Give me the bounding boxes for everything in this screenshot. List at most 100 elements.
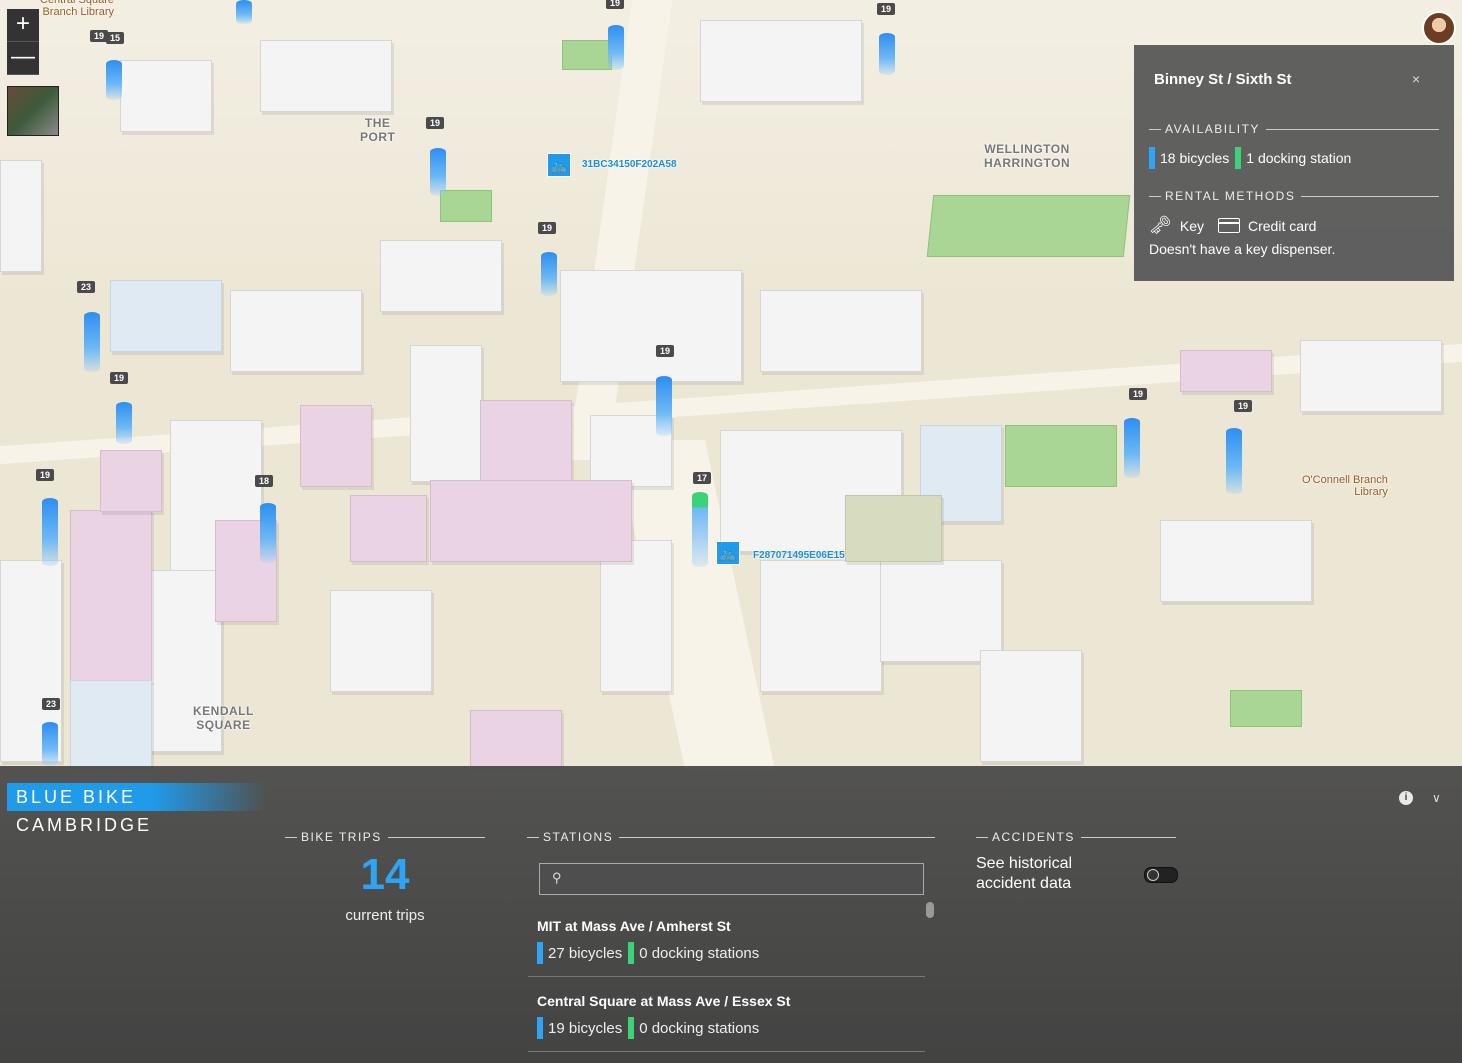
station-bar[interactable] (879, 33, 895, 75)
building (230, 290, 362, 372)
station-bar[interactable] (608, 25, 624, 70)
building (1300, 340, 1442, 412)
station-bar[interactable] (106, 60, 122, 100)
stations-header: STATIONS (527, 830, 935, 844)
popup-title: Binney St / Sixth St (1154, 71, 1292, 88)
building (470, 710, 562, 768)
station-count-label: 19 (1129, 388, 1148, 400)
station-bar[interactable] (541, 252, 557, 296)
station-bar[interactable] (84, 312, 100, 372)
credit-card-label: Credit card (1247, 217, 1317, 234)
station-bar[interactable] (42, 722, 58, 766)
accidents-toggle[interactable] (1144, 867, 1178, 883)
zoom-in-button[interactable]: + (7, 9, 39, 42)
bike-icon[interactable]: 🚲 (547, 153, 571, 177)
bottom-panel: BLUE BIKE CAMBRIDGE i ∨ BIKE TRIPS 14 cu… (0, 766, 1462, 1063)
station-bar[interactable] (260, 503, 276, 563)
station-search: ⚲ (539, 863, 924, 895)
building (380, 240, 502, 312)
building (70, 680, 152, 768)
building (0, 160, 42, 272)
basemap-thumbnail[interactable] (7, 86, 59, 136)
bicycle-indicator (537, 1017, 543, 1039)
rental-methods-row: 🗝 Key Credit card (1149, 215, 1316, 236)
chevron-down-icon[interactable]: ∨ (1432, 791, 1441, 805)
station-bar[interactable] (430, 148, 446, 196)
bike-icon[interactable]: 🚲 (716, 541, 740, 565)
bike-trips-header: BIKE TRIPS (285, 830, 485, 844)
building (1180, 350, 1272, 392)
station-count-label: 19 (656, 345, 675, 357)
bike-trips-header-text: BIKE TRIPS (301, 830, 382, 844)
accidents-label: See historical accident data (976, 855, 1073, 892)
docking-indicator (1235, 147, 1242, 169)
key-label: Key (1179, 217, 1204, 234)
park (1230, 690, 1302, 727)
info-icon[interactable]: i (1399, 791, 1413, 805)
station-bar[interactable] (656, 376, 672, 436)
station-bar[interactable] (1124, 418, 1140, 478)
building (1160, 520, 1312, 602)
building (70, 510, 152, 682)
docking-count: 1 docking station (1246, 150, 1352, 166)
station-count-label: 23 (42, 698, 61, 710)
close-icon[interactable]: × (1412, 71, 1420, 87)
building (560, 270, 742, 382)
station-count-label: 19 (1234, 400, 1253, 412)
park (440, 190, 492, 222)
place-label-kendall-square: KENDALL SQUARE (193, 704, 254, 732)
bicycle-indicator (1149, 147, 1155, 169)
station-docking: 0 docking stations (639, 1019, 760, 1037)
station-bar[interactable] (116, 402, 132, 444)
station-count-label: 18 (255, 475, 274, 487)
building (110, 280, 222, 352)
list-divider (528, 976, 925, 977)
station-search-input[interactable] (572, 868, 916, 890)
availability-header-text: AVAILABILITY (1165, 122, 1260, 136)
station-list-scrollbar[interactable] (926, 902, 934, 918)
building (430, 480, 632, 562)
building (600, 540, 672, 692)
station-count-label: 17 (693, 472, 712, 484)
building (880, 560, 1002, 662)
building (760, 560, 882, 692)
docking-indicator (628, 942, 635, 964)
station-bar[interactable] (692, 492, 708, 567)
park (926, 195, 1131, 257)
station-count-label: 23 (77, 281, 96, 293)
bicycle-indicator (537, 942, 543, 964)
station-bar[interactable] (1226, 428, 1242, 494)
toggle-knob (1147, 869, 1159, 881)
accidents-header-text: ACCIDENTS (992, 830, 1075, 844)
station-count-label: 19 (110, 372, 129, 384)
zoom-out-button[interactable]: — (7, 42, 39, 75)
docking-indicator (628, 1017, 635, 1039)
list-divider (528, 1051, 925, 1052)
station-bar[interactable] (236, 0, 252, 24)
building (120, 60, 212, 132)
station-count-label: 19 (90, 30, 109, 42)
park (1005, 425, 1117, 487)
station-count-label: 15 (106, 32, 125, 44)
trip-count-sub: current trips (345, 907, 425, 924)
building (845, 495, 942, 562)
user-avatar[interactable] (1422, 11, 1456, 45)
bike-id-label: F287071495E06E15 (753, 550, 845, 561)
availability-row: 18 bicycles 1 docking station (1149, 147, 1351, 169)
library-label-oconnell: O'Connell Branch Library (1302, 474, 1388, 498)
rental-methods-header-text: RENTAL METHODS (1165, 189, 1296, 203)
accidents-header: ACCIDENTS (976, 830, 1176, 844)
place-label-wellington-harrington: WELLINGTON HARRINGTON (984, 142, 1071, 170)
building (350, 495, 427, 562)
key-icon: 🗝 (1149, 215, 1172, 235)
station-name[interactable]: MIT at Mass Ave / Amherst St (537, 918, 731, 934)
trip-count: 14 (360, 850, 410, 899)
rental-note: Doesn't have a key dispenser. (1149, 241, 1336, 257)
station-name[interactable]: Central Square at Mass Ave / Essex St (537, 993, 790, 1009)
station-count-label: 19 (426, 117, 445, 129)
availability-header: AVAILABILITY (1149, 122, 1439, 136)
building (480, 400, 572, 482)
station-bar[interactable] (42, 498, 58, 566)
credit-card-icon (1217, 218, 1240, 233)
search-icon: ⚲ (552, 870, 562, 885)
